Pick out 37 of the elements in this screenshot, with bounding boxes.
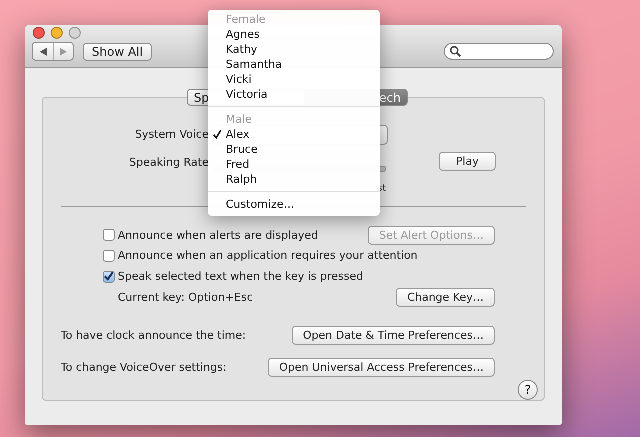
- zoom-button[interactable]: [69, 27, 81, 39]
- checkbox[interactable]: [103, 270, 115, 283]
- menu-section-heading: Male: [225, 112, 254, 127]
- menu-item[interactable]: Samantha: [208, 57, 380, 72]
- slider-end-label: st: [378, 184, 386, 194]
- checkbox-label: Announce when alerts are displayed: [118, 228, 318, 242]
- menu-item[interactable]: Ralph: [208, 172, 380, 187]
- menu-item[interactable]: Victoria: [208, 87, 380, 102]
- menu-item[interactable]: Customize…: [208, 197, 380, 212]
- menu-item[interactable]: Agnes: [208, 27, 380, 42]
- show-all-button[interactable]: Show All: [83, 42, 152, 60]
- current-key-text: Current key: Option+Esc: [118, 291, 254, 304]
- menu-item[interactable]: Fred: [208, 157, 380, 172]
- setting-hint-text: To have clock announce the time:: [61, 329, 246, 342]
- open-preferences-button[interactable]: Open Universal Access Preferences…: [268, 358, 495, 377]
- menu-item[interactable]: Bruce: [208, 142, 380, 157]
- open-preferences-button[interactable]: Open Date & Time Preferences…: [292, 326, 495, 346]
- checkbox-label: Announce when an application requires your attention: [118, 249, 418, 262]
- search-icon: [450, 46, 461, 57]
- search-field[interactable]: [444, 43, 554, 60]
- checkbox[interactable]: [103, 250, 115, 262]
- speaking-rate-label: Speaking Rate: [128, 156, 209, 169]
- play-button[interactable]: Play: [439, 152, 496, 171]
- menu-item[interactable]: Kathy: [208, 42, 380, 57]
- checkbox[interactable]: [103, 229, 115, 242]
- setting-hint-text: To change VoiceOver settings:: [61, 360, 227, 374]
- menu-section-heading: Female: [225, 12, 267, 27]
- right-triangle-icon: [60, 48, 67, 56]
- minimize-button[interactable]: [51, 27, 63, 39]
- checkbox-label: Speak selected text when the key is pressed: [118, 270, 364, 284]
- change-key-button[interactable]: Change Key…: [396, 288, 495, 308]
- menu-item[interactable]: Alex: [208, 127, 380, 142]
- left-triangle-icon: [40, 48, 46, 56]
- menu-item[interactable]: Vicki: [208, 72, 380, 87]
- help-button[interactable]: ?: [518, 380, 538, 400]
- close-button[interactable]: [33, 27, 45, 39]
- system-voice-label: System Voice: [134, 128, 209, 142]
